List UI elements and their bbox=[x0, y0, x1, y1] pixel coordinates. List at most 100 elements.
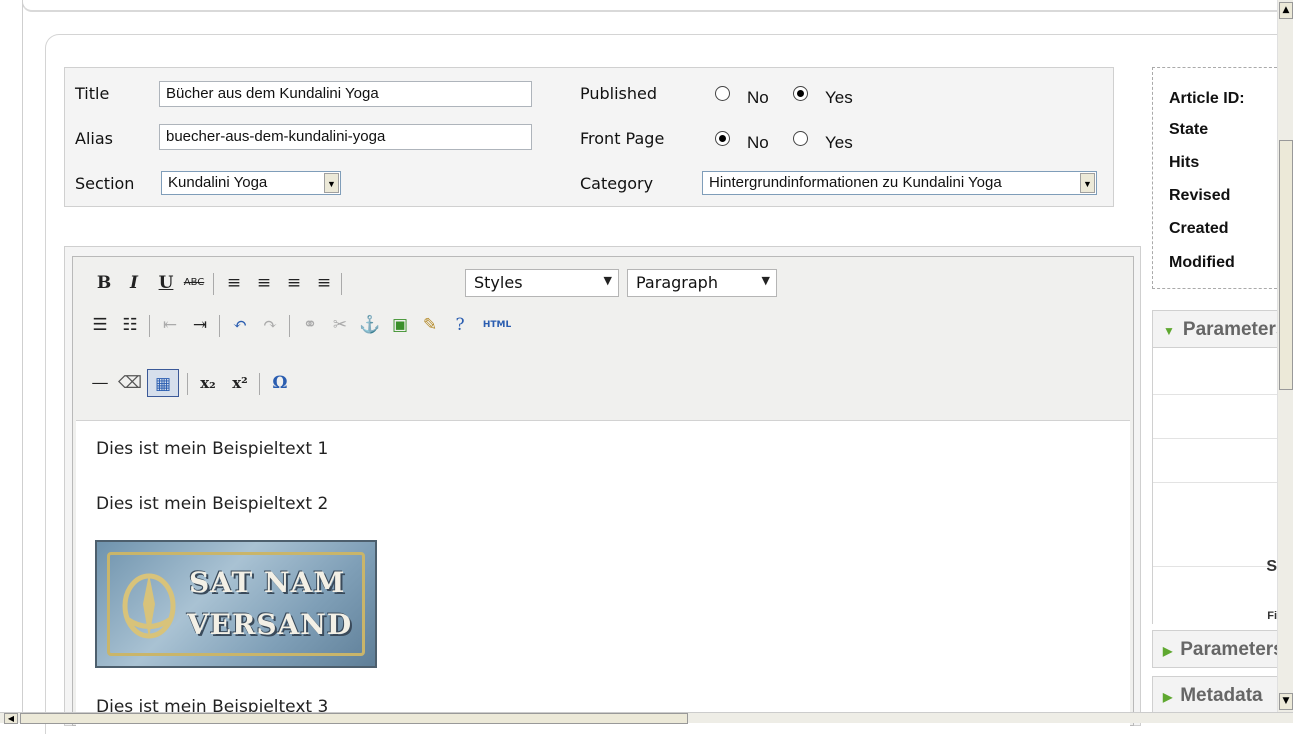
styles-dropdown-label: Styles bbox=[474, 273, 523, 292]
underline-button[interactable]: U bbox=[153, 269, 179, 297]
created-label: Created bbox=[1169, 220, 1229, 237]
pane-row-divider bbox=[1153, 482, 1278, 483]
frontpage-no-label: No bbox=[747, 133, 769, 152]
article-details-table: Title Bücher aus dem Kundalini Yoga Alia… bbox=[64, 67, 1114, 207]
frontpage-label: Front Page bbox=[580, 129, 665, 148]
published-no-radio[interactable] bbox=[715, 86, 730, 101]
align-right-icon[interactable]: ≡ bbox=[281, 269, 307, 297]
align-justify-icon[interactable]: ≡ bbox=[311, 269, 337, 297]
title-label: Title bbox=[75, 84, 110, 103]
scroll-down-icon[interactable]: ▼ bbox=[1279, 693, 1293, 710]
modified-label: Modified bbox=[1169, 254, 1235, 271]
article-id-label: Article ID: bbox=[1169, 90, 1245, 107]
toolbar-separator bbox=[289, 315, 290, 337]
frontpage-yes-radio[interactable] bbox=[793, 131, 808, 146]
indent-icon[interactable]: ⇥ bbox=[187, 311, 213, 339]
triangle-right-icon: ▶ bbox=[1163, 690, 1173, 704]
table-icon[interactable]: ▦ bbox=[147, 369, 179, 397]
subscript-button[interactable]: x₂ bbox=[195, 369, 221, 397]
category-label: Category bbox=[580, 174, 654, 193]
pane-row-divider bbox=[1153, 566, 1278, 567]
metadata-pane-header[interactable]: ▶ Metadata bbox=[1152, 676, 1277, 714]
parameters-article-pane-header[interactable]: ▼ Parameters bbox=[1152, 310, 1277, 348]
strikethrough-button[interactable]: ABC bbox=[181, 269, 207, 297]
triangle-right-icon: ▶ bbox=[1163, 644, 1173, 658]
horizontal-scroll-thumb[interactable] bbox=[20, 713, 688, 724]
chevron-down-icon: ▼ bbox=[324, 173, 339, 193]
published-yes-label: Yes bbox=[825, 88, 853, 107]
toolbar-row-3: — ⌫ ▦ x₂ x² Ω bbox=[73, 369, 473, 399]
content-paragraph-1: Dies ist mein Beispieltext 1 bbox=[96, 439, 329, 459]
paragraph-dropdown[interactable]: Paragraph ▼ bbox=[627, 269, 777, 297]
outdent-icon[interactable]: ⇤ bbox=[157, 311, 183, 339]
section-value: Kundalini Yoga bbox=[168, 174, 268, 191]
html-source-button[interactable]: HTML bbox=[477, 311, 517, 339]
alias-input[interactable]: buecher-aus-dem-kundalini-yoga bbox=[159, 124, 532, 150]
help-icon[interactable]: ? bbox=[447, 311, 473, 339]
category-select[interactable]: Hintergrundinformationen zu Kundalini Yo… bbox=[702, 171, 1097, 195]
superscript-button[interactable]: x² bbox=[227, 369, 253, 397]
parameters-advanced-pane-header[interactable]: ▶ Parameters bbox=[1152, 630, 1277, 668]
top-frame-rule bbox=[22, 0, 1277, 12]
pane-row-label-clipped: Fi bbox=[1267, 610, 1277, 622]
section-label: Section bbox=[75, 174, 135, 193]
sat-nam-versand-logo-image: SAT NAM VERSAND bbox=[95, 540, 377, 668]
pane-row-divider bbox=[1153, 394, 1278, 395]
section-select[interactable]: Kundalini Yoga ▼ bbox=[161, 171, 341, 195]
styles-dropdown[interactable]: Styles ▼ bbox=[465, 269, 619, 297]
toolbar-row-1: B I U ABC ≡ ≡ ≡ ≡ Styles ▼ Paragraph ▼ bbox=[73, 269, 973, 299]
redo-icon[interactable]: ↷ bbox=[257, 311, 283, 339]
toolbar-row-2: ☰ ☷ ⇤ ⇥ ↶ ↷ ⚭ ✂ ⚓ ▣ ✎ ? HTML bbox=[73, 311, 973, 341]
pane-row-label-clipped: S bbox=[1266, 558, 1277, 575]
italic-button[interactable]: I bbox=[121, 269, 147, 297]
align-left-icon[interactable]: ≡ bbox=[221, 269, 247, 297]
published-no-label: No bbox=[747, 88, 769, 107]
toolbar-separator bbox=[219, 315, 220, 337]
toolbar-separator bbox=[149, 315, 150, 337]
triangle-down-icon: ▼ bbox=[1163, 324, 1175, 338]
chevron-down-icon: ▼ bbox=[603, 274, 612, 287]
toolbar-separator bbox=[213, 273, 214, 295]
undo-icon[interactable]: ↶ bbox=[227, 311, 253, 339]
khanda-emblem-icon bbox=[122, 573, 176, 639]
frontpage-no-radio[interactable] bbox=[715, 131, 730, 146]
parameters-pane-body: S Fi bbox=[1152, 348, 1278, 624]
align-center-icon[interactable]: ≡ bbox=[251, 269, 277, 297]
paragraph-dropdown-label: Paragraph bbox=[636, 273, 718, 292]
pane-title: Parameters bbox=[1180, 639, 1277, 660]
published-label: Published bbox=[580, 84, 658, 103]
eraser-icon[interactable]: ⌫ bbox=[117, 369, 143, 397]
cleanup-icon[interactable]: ✎ bbox=[417, 311, 443, 339]
frame-left-line bbox=[22, 0, 23, 712]
horizontal-scrollbar[interactable]: ◀ bbox=[0, 712, 1293, 724]
alias-label: Alias bbox=[75, 129, 113, 148]
state-label: State bbox=[1169, 121, 1209, 138]
vertical-scroll-thumb[interactable] bbox=[1279, 140, 1293, 390]
anchor-icon[interactable]: ⚓ bbox=[357, 311, 383, 339]
title-input[interactable]: Bücher aus dem Kundalini Yoga bbox=[159, 81, 532, 107]
hits-label: Hits bbox=[1169, 154, 1200, 171]
scroll-left-icon[interactable]: ◀ bbox=[4, 713, 18, 724]
special-char-button[interactable]: Ω bbox=[267, 369, 293, 397]
editor-content-area[interactable]: Dies ist mein Beispieltext 1 Dies ist me… bbox=[76, 420, 1130, 726]
pane-row-divider bbox=[1153, 438, 1278, 439]
vertical-scrollbar[interactable]: ▲ ▼ bbox=[1277, 0, 1293, 712]
numbered-list-icon[interactable]: ☷ bbox=[117, 311, 143, 339]
scroll-up-icon[interactable]: ▲ bbox=[1279, 2, 1293, 19]
toolbar-separator bbox=[259, 373, 260, 395]
revised-label: Revised bbox=[1169, 187, 1231, 204]
published-yes-radio[interactable] bbox=[793, 86, 808, 101]
image-icon[interactable]: ▣ bbox=[387, 311, 413, 339]
banner-line-1: SAT NAM bbox=[189, 566, 346, 599]
toolbar-separator bbox=[187, 373, 188, 395]
article-info-box: Article ID: State Hits Revised Created M… bbox=[1152, 67, 1277, 289]
pane-title: Metadata bbox=[1180, 685, 1263, 706]
horizontal-rule-icon[interactable]: — bbox=[87, 369, 113, 397]
link-icon[interactable]: ⚭ bbox=[297, 311, 323, 339]
bullet-list-icon[interactable]: ☰ bbox=[87, 311, 113, 339]
unlink-icon[interactable]: ✂ bbox=[327, 311, 353, 339]
banner-line-2: VERSAND bbox=[187, 608, 353, 641]
bold-button[interactable]: B bbox=[91, 269, 117, 297]
toolbar-separator bbox=[341, 273, 342, 295]
chevron-down-icon: ▼ bbox=[761, 274, 770, 287]
